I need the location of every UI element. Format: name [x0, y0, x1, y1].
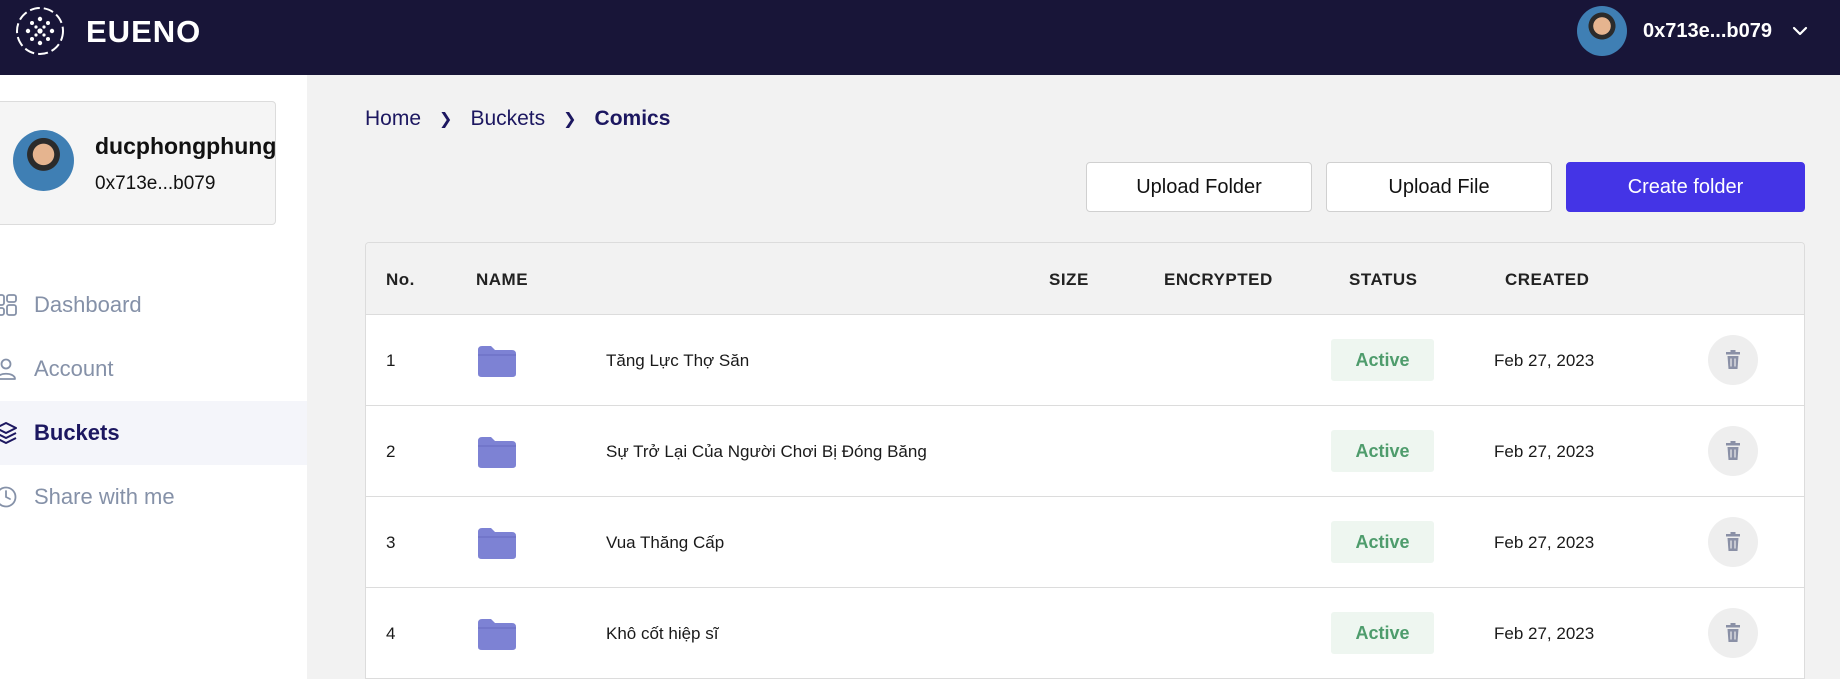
breadcrumb-current: Comics: [594, 107, 671, 130]
profile-name: ducphongphung: [95, 133, 277, 159]
trash-icon: [1726, 350, 1740, 369]
table-row[interactable]: 4 Khô cốt hiệp sĩ Active Feb 27, 2023: [366, 588, 1804, 679]
status-badge: Active: [1331, 521, 1434, 563]
delete-button[interactable]: [1708, 608, 1758, 658]
folder-icon: [478, 619, 516, 650]
avatar[interactable]: [1577, 6, 1627, 56]
profile-address: 0x713e...b079: [95, 173, 216, 194]
sidebar-item-dashboard[interactable]: Dashboard: [0, 273, 307, 337]
avatar: [13, 130, 74, 191]
folder-name[interactable]: Sự Trở Lại Của Người Chơi Bị Đóng Băng: [606, 442, 927, 462]
table-header: No. NAME SIZE ENCRYPTED STATUS CREATED: [366, 243, 1804, 315]
trash-icon: [1726, 623, 1740, 642]
layers-icon: [0, 422, 17, 444]
status-badge: Active: [1331, 612, 1434, 654]
sidebar-nav: Dashboard Account Buckets Share with me: [0, 273, 307, 529]
table-row[interactable]: 2 Sự Trở Lại Của Người Chơi Bị Đóng Băng…: [366, 406, 1804, 497]
user-icon: [0, 358, 16, 380]
sidebar-item-label: Share with me: [34, 484, 175, 509]
sidebar-item-account[interactable]: Account: [0, 337, 307, 401]
sidebar-item-label: Account: [34, 356, 114, 381]
user-menu[interactable]: 0x713e...b079: [1577, 6, 1810, 56]
row-number: 4: [386, 624, 396, 643]
profile-card: ducphongphung 0x713e...b079: [0, 101, 276, 225]
upload-file-button[interactable]: Upload File: [1326, 162, 1552, 212]
sidebar-item-label: Dashboard: [34, 292, 142, 317]
folder-name[interactable]: Khô cốt hiệp sĩ: [606, 624, 718, 644]
sidebar: ducphongphung 0x713e...b079 Dashboard Ac…: [0, 75, 307, 679]
table-row[interactable]: 3 Vua Thăng Cấp Active Feb 27, 2023: [366, 497, 1804, 588]
upload-folder-button[interactable]: Upload Folder: [1086, 162, 1312, 212]
created-date: Feb 27, 2023: [1494, 533, 1595, 552]
created-date: Feb 27, 2023: [1494, 351, 1595, 370]
breadcrumb: Home ❯ Buckets ❯ Comics: [365, 107, 670, 131]
column-header-encrypted: ENCRYPTED: [1164, 270, 1273, 289]
chevron-right-icon: ❯: [563, 111, 577, 128]
trash-icon: [1726, 532, 1740, 551]
column-header-status: STATUS: [1349, 270, 1418, 289]
column-header-size: SIZE: [1049, 270, 1089, 289]
row-number: 2: [386, 442, 396, 461]
row-number: 1: [386, 351, 396, 370]
chevron-right-icon: ❯: [439, 111, 453, 128]
trash-icon: [1726, 441, 1740, 460]
dashboard-icon: [0, 294, 17, 316]
breadcrumb-home[interactable]: Home: [365, 107, 421, 131]
row-number: 3: [386, 533, 396, 552]
created-date: Feb 27, 2023: [1494, 442, 1595, 461]
table-row[interactable]: 1 Tăng Lực Thợ Săn Active Feb 27, 2023: [366, 315, 1804, 406]
created-date: Feb 27, 2023: [1494, 624, 1595, 643]
status-badge: Active: [1331, 430, 1434, 472]
chevron-down-icon[interactable]: [1790, 21, 1810, 41]
sidebar-item-label: Buckets: [34, 420, 120, 445]
folder-icon: [478, 346, 516, 377]
column-header-no: No.: [386, 270, 415, 289]
file-table: No. NAME SIZE ENCRYPTED STATUS CREATED 1…: [365, 242, 1805, 679]
sidebar-item-buckets[interactable]: Buckets: [0, 401, 307, 465]
wallet-address: 0x713e...b079: [1643, 19, 1772, 42]
create-folder-button[interactable]: Create folder: [1566, 162, 1805, 212]
breadcrumb-buckets[interactable]: Buckets: [470, 107, 545, 131]
delete-button[interactable]: [1708, 335, 1758, 385]
delete-button[interactable]: [1708, 426, 1758, 476]
folder-icon: [478, 528, 516, 559]
sidebar-item-share-with-me[interactable]: Share with me: [0, 465, 307, 529]
column-header-created: CREATED: [1505, 270, 1590, 289]
folder-name[interactable]: Vua Thăng Cấp: [606, 533, 724, 553]
clock-icon: [0, 486, 17, 508]
folder-name[interactable]: Tăng Lực Thợ Săn: [606, 351, 749, 371]
eueno-logo-icon[interactable]: [14, 5, 66, 57]
top-bar: EUENO 0x713e...b079: [0, 0, 1840, 75]
status-badge: Active: [1331, 339, 1434, 381]
brand-name: EUENO: [86, 14, 202, 49]
delete-button[interactable]: [1708, 517, 1758, 567]
folder-icon: [478, 437, 516, 468]
column-header-name: NAME: [476, 270, 529, 289]
